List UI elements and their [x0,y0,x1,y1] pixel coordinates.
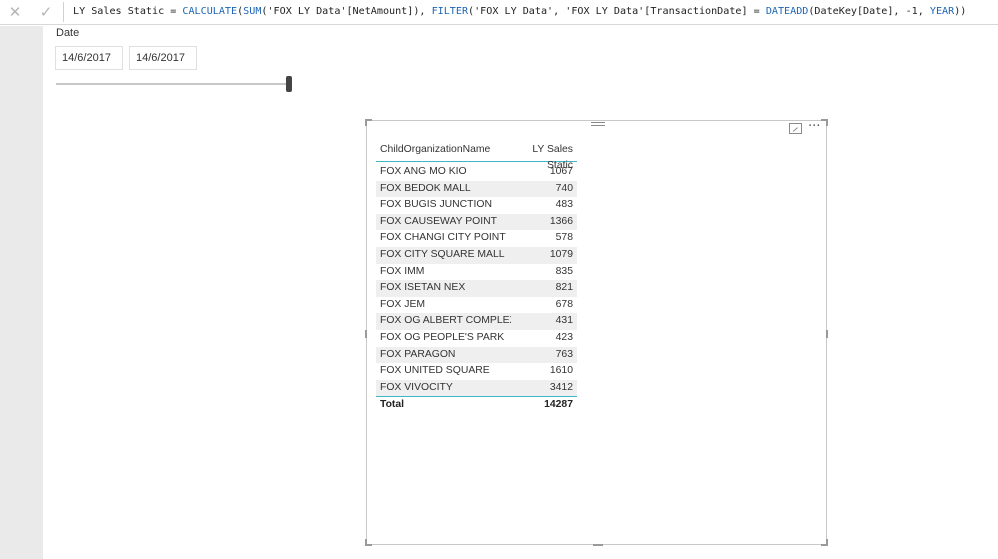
table-row[interactable]: FOX IMM 835 [376,264,577,281]
organization-cell: FOX OG PEOPLE'S PARK [380,331,505,343]
organization-cell: FOX JEM [380,298,426,310]
formula-input[interactable]: LY Sales Static = CALCULATE(SUM('FOX LY … [73,5,966,19]
table-row[interactable]: FOX PARAGON 763 [376,346,577,364]
resize-handle-right[interactable] [826,330,828,338]
ly-sales-cell: 483 [555,199,573,211]
resize-handle-bottom-left[interactable] [365,539,372,546]
formula-text-token: LY Sales Static = [73,6,183,17]
check-icon[interactable]: ✓ [36,3,56,21]
focus-mode-icon[interactable] [789,123,802,134]
organization-cell: FOX ANG MO KIO [380,166,467,177]
organization-cell: FOX PARAGON [380,348,456,360]
drag-grip-icon[interactable] [591,122,605,131]
resize-handle-bottom[interactable] [593,544,603,546]
organization-cell: FOX BUGIS JUNCTION [380,199,492,211]
end-date-field[interactable]: 14/6/2017 [129,46,197,70]
organization-cell: FOX CITY SQUARE MALL [380,248,505,260]
total-label: Total [380,399,405,411]
slicer-title: Date [56,27,80,39]
formula-text-token: ('FOX LY Data'[NetAmount]), [261,6,432,17]
organization-cell: FOX CHANGI CITY POINT [380,232,506,244]
ly-sales-cell: 835 [555,265,573,277]
ly-sales-cell: 1366 [549,215,573,227]
formula-bar: ✕ ✓ LY Sales Static = CALCULATE(SUM('FOX… [0,0,998,25]
total-value: 14287 [544,399,573,411]
ly-sales-cell: 578 [555,232,573,244]
table-total-row: Total 14287 [376,396,577,413]
table-row[interactable]: FOX OG PEOPLE'S PARK 423 [376,330,577,347]
resize-handle-left[interactable] [365,330,367,338]
ly-sales-cell: 1079 [549,248,573,260]
formula-function-token: DATEADD [765,6,809,17]
ly-sales-cell: 1067 [549,166,573,177]
formula-function-token: CALCULATE [182,6,238,17]
organization-cell: FOX OG ALBERT COMPLEX [380,315,511,327]
table-body: FOX ANG MO KIO 1067 FOX BEDOK MALL 740 FOX B… [376,164,577,397]
formula-text-token: (DateKey[Date], -1, [808,6,930,17]
date-slider-track[interactable] [56,83,289,85]
left-gutter [0,26,43,559]
organization-cell: FOX CAUSEWAY POINT [380,215,498,227]
resize-handle-top-left[interactable] [365,119,372,126]
formula-text-token: ('FOX LY Data', 'FOX LY Data'[Transactio… [468,6,766,17]
organization-cell: FOX IMM [380,265,425,277]
organization-cell: FOX BEDOK MALL [380,182,471,194]
ly-sales-cell: 3412 [549,381,573,393]
table-row[interactable]: FOX ANG MO KIO 1067 [376,164,577,181]
ly-sales-cell: 821 [555,282,573,294]
formula-bar-divider [63,2,64,22]
table-row[interactable]: FOX BUGIS JUNCTION 483 [376,197,577,214]
formula-function-token: FILTER [431,6,469,17]
formula-text-token: )) [954,6,967,17]
column-header-organization[interactable]: ChildOrganizationName [376,142,511,161]
table-header: ChildOrganizationName LY Sales Static [376,142,577,171]
date-slider-fill [56,83,289,85]
ly-sales-cell: 678 [555,298,573,310]
table-visual[interactable]: ··· ChildOrganizationName LY Sales Stati… [365,119,828,546]
ly-sales-cell: 740 [555,182,573,194]
organization-cell: FOX UNITED SQUARE [380,365,490,377]
table-row[interactable]: FOX CHANGI CITY POINT 578 [376,230,577,247]
ly-sales-cell: 763 [555,348,573,360]
ly-sales-cell: 431 [555,315,573,327]
table-row[interactable]: FOX CAUSEWAY POINT 1366 [376,213,577,231]
table-row[interactable]: FOX BEDOK MALL 740 [376,180,577,198]
table-row[interactable]: FOX UNITED SQUARE 1610 [376,363,577,380]
start-date-field[interactable]: 14/6/2017 [55,46,123,70]
formula-function-token: SUM [243,6,262,17]
organization-cell: FOX VIVOCITY [380,381,453,393]
close-icon[interactable]: ✕ [5,3,25,21]
data-table: ChildOrganizationName LY Sales Static FO… [376,142,577,413]
ly-sales-cell: 423 [555,331,573,343]
table-row[interactable]: FOX ISETAN NEX 821 [376,280,577,297]
date-slider-handle[interactable] [286,76,292,92]
table-row[interactable]: FOX CITY SQUARE MALL 1079 [376,246,577,264]
resize-handle-top-right[interactable] [821,119,828,126]
table-row[interactable]: FOX JEM 678 [376,297,577,314]
more-options-icon[interactable]: ··· [808,120,820,134]
organization-cell: FOX ISETAN NEX [380,282,466,294]
ly-sales-cell: 1610 [549,365,573,377]
resize-handle-bottom-right[interactable] [821,539,828,546]
table-row[interactable]: FOX OG ALBERT COMPLEX 431 [376,313,577,330]
formula-function-token: YEAR [929,6,955,17]
column-header-ly-sales[interactable]: LY Sales Static [511,142,577,171]
table-row[interactable]: FOX VIVOCITY 3412 [376,379,577,397]
